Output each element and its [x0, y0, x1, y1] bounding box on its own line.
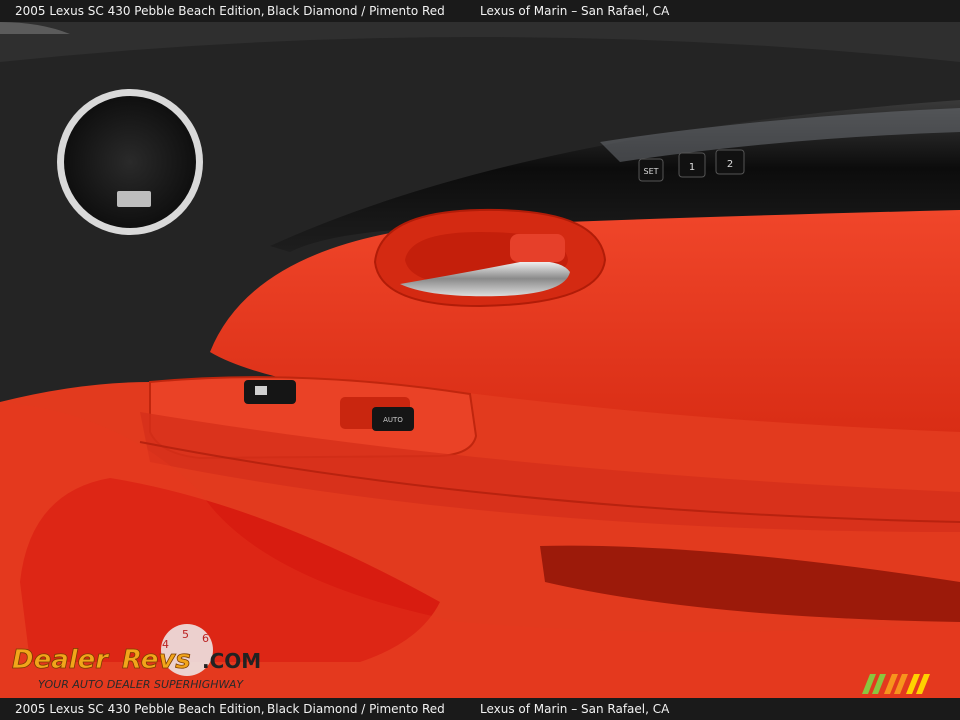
dealer-photo-frame: 2005 Lexus SC 430 Pebble Beach Edition, … — [0, 0, 960, 720]
dealerrevs-watermark: 4 5 6 Dealer Revs .COM YOUR AUTO DEALER … — [12, 624, 261, 691]
caption-colors: Black Diamond / Pimento Red — [267, 702, 445, 716]
door-interior-photo: SET 1 2 AUTO — [0, 22, 960, 698]
watermark-tagline: YOUR AUTO DEALER SUPERHIGHWAY — [38, 678, 244, 691]
door-handle — [373, 208, 607, 308]
corner-stripes-logo — [862, 674, 930, 694]
caption-colors: Black Diamond / Pimento Red — [267, 4, 445, 18]
watermark-domain: .COM — [202, 649, 261, 673]
svg-text:SET: SET — [643, 167, 658, 176]
caption-bar-top: 2005 Lexus SC 430 Pebble Beach Edition, … — [0, 0, 960, 22]
caption-dealer: Lexus of Marin – San Rafael, CA — [480, 702, 670, 716]
svg-text:2: 2 — [727, 159, 733, 170]
caption-vehicle: 2005 Lexus SC 430 Pebble Beach Edition, — [15, 702, 265, 716]
caption-vehicle: 2005 Lexus SC 430 Pebble Beach Edition, — [15, 4, 265, 18]
caption-bar-bottom: 2005 Lexus SC 430 Pebble Beach Edition, … — [0, 698, 960, 720]
svg-text:5: 5 — [182, 628, 189, 641]
speaker-grille — [57, 89, 203, 235]
svg-text:6: 6 — [202, 632, 209, 645]
caption-dealer: Lexus of Marin – San Rafael, CA — [480, 4, 670, 18]
svg-text:1: 1 — [689, 162, 695, 173]
svg-text:AUTO: AUTO — [383, 416, 403, 424]
watermark-brand-right: Revs — [122, 645, 191, 675]
watermark-brand-left: Dealer — [12, 645, 110, 675]
